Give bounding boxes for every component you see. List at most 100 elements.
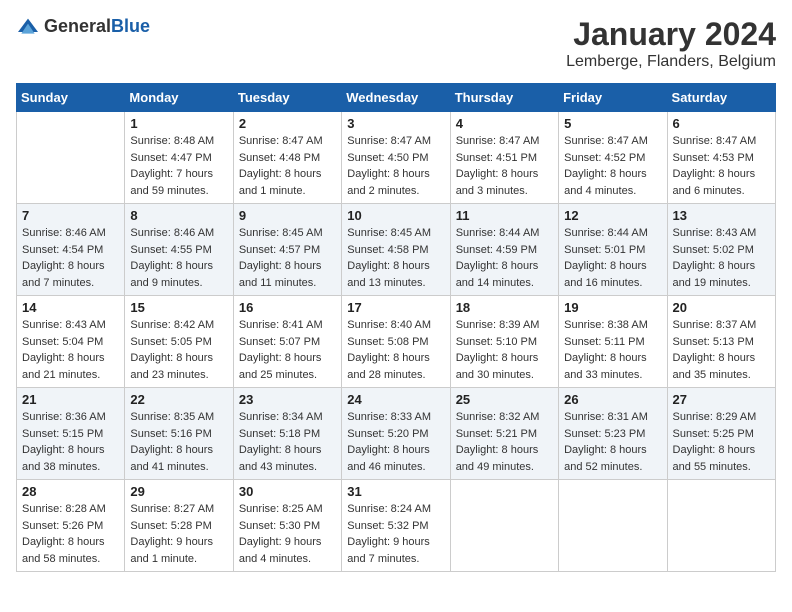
logo-text: GeneralBlue <box>44 16 150 37</box>
calendar-cell: 26 Sunrise: 8:31 AMSunset: 5:23 PMDayligh… <box>559 388 667 480</box>
day-info: Sunrise: 8:34 AMSunset: 5:18 PMDaylight:… <box>239 409 336 475</box>
day-number: 6 <box>673 116 770 131</box>
calendar-cell <box>667 480 775 572</box>
calendar-cell: 19 Sunrise: 8:38 AMSunset: 5:11 PMDayligh… <box>559 296 667 388</box>
day-info: Sunrise: 8:46 AMSunset: 4:55 PMDaylight:… <box>130 225 227 291</box>
calendar-cell: 28 Sunrise: 8:28 AMSunset: 5:26 PMDayligh… <box>17 480 125 572</box>
day-number: 20 <box>673 300 770 315</box>
calendar-cell: 2 Sunrise: 8:47 AMSunset: 4:48 PMDaylight… <box>233 112 341 204</box>
day-info: Sunrise: 8:45 AMSunset: 4:57 PMDaylight:… <box>239 225 336 291</box>
day-number: 11 <box>456 208 553 223</box>
day-number: 10 <box>347 208 444 223</box>
day-number: 8 <box>130 208 227 223</box>
calendar-cell: 5 Sunrise: 8:47 AMSunset: 4:52 PMDaylight… <box>559 112 667 204</box>
day-number: 28 <box>22 484 119 499</box>
calendar-cell: 25Sunrise: 8:32 AMSunset: 5:21 PMDayligh… <box>450 388 558 480</box>
day-number: 1 <box>130 116 227 131</box>
day-info: Sunrise: 8:47 AMSunset: 4:48 PMDaylight:… <box>239 133 336 199</box>
day-number: 7 <box>22 208 119 223</box>
header-sunday: Sunday <box>17 84 125 112</box>
logo-blue: Blue <box>111 16 150 36</box>
week-row-5: 28 Sunrise: 8:28 AMSunset: 5:26 PMDayligh… <box>17 480 776 572</box>
calendar-cell: 27Sunrise: 8:29 AMSunset: 5:25 PMDayligh… <box>667 388 775 480</box>
day-info: Sunrise: 8:38 AMSunset: 5:11 PMDaylight:… <box>564 317 661 383</box>
calendar-cell: 9Sunrise: 8:45 AMSunset: 4:57 PMDaylight… <box>233 204 341 296</box>
logo: GeneralBlue <box>16 16 150 37</box>
day-info: Sunrise: 8:31 AMSunset: 5:23 PMDaylight:… <box>564 409 661 475</box>
day-number: 12 <box>564 208 661 223</box>
header-wednesday: Wednesday <box>342 84 450 112</box>
day-number: 17 <box>347 300 444 315</box>
day-info: Sunrise: 8:43 AMSunset: 5:04 PMDaylight:… <box>22 317 119 383</box>
day-number: 16 <box>239 300 336 315</box>
month-year-title: January 2024 <box>566 16 776 53</box>
day-info: Sunrise: 8:40 AMSunset: 5:08 PMDaylight:… <box>347 317 444 383</box>
location-subtitle: Lemberge, Flanders, Belgium <box>566 53 776 71</box>
calendar-cell: 23 Sunrise: 8:34 AMSunset: 5:18 PMDayligh… <box>233 388 341 480</box>
calendar-cell: 13Sunrise: 8:43 AMSunset: 5:02 PMDayligh… <box>667 204 775 296</box>
day-info: Sunrise: 8:44 AMSunset: 4:59 PMDaylight:… <box>456 225 553 291</box>
day-info: Sunrise: 8:42 AMSunset: 5:05 PMDaylight:… <box>130 317 227 383</box>
calendar-cell: 3Sunrise: 8:47 AMSunset: 4:50 PMDaylight… <box>342 112 450 204</box>
day-number: 14 <box>22 300 119 315</box>
day-number: 25 <box>456 392 553 407</box>
week-row-1: 1 Sunrise: 8:48 AMSunset: 4:47 PMDaylight… <box>17 112 776 204</box>
header-tuesday: Tuesday <box>233 84 341 112</box>
day-number: 13 <box>673 208 770 223</box>
day-info: Sunrise: 8:28 AMSunset: 5:26 PMDaylight:… <box>22 501 119 567</box>
day-number: 31 <box>347 484 444 499</box>
day-number: 29 <box>130 484 227 499</box>
calendar-cell: 16 Sunrise: 8:41 AMSunset: 5:07 PMDayligh… <box>233 296 341 388</box>
calendar-cell: 7 Sunrise: 8:46 AMSunset: 4:54 PMDaylight… <box>17 204 125 296</box>
header-monday: Monday <box>125 84 233 112</box>
calendar-cell: 14 Sunrise: 8:43 AMSunset: 5:04 PMDayligh… <box>17 296 125 388</box>
calendar-cell: 31 Sunrise: 8:24 AMSunset: 5:32 PMDayligh… <box>342 480 450 572</box>
day-number: 21 <box>22 392 119 407</box>
calendar-cell <box>559 480 667 572</box>
calendar-table: SundayMondayTuesdayWednesdayThursdayFrid… <box>16 83 776 572</box>
day-info: Sunrise: 8:48 AMSunset: 4:47 PMDaylight:… <box>130 133 227 199</box>
day-number: 2 <box>239 116 336 131</box>
day-info: Sunrise: 8:47 AMSunset: 4:50 PMDaylight:… <box>347 133 444 199</box>
day-info: Sunrise: 8:36 AMSunset: 5:15 PMDaylight:… <box>22 409 119 475</box>
day-number: 26 <box>564 392 661 407</box>
calendar-header: SundayMondayTuesdayWednesdayThursdayFrid… <box>17 84 776 112</box>
day-info: Sunrise: 8:44 AMSunset: 5:01 PMDaylight:… <box>564 225 661 291</box>
day-number: 18 <box>456 300 553 315</box>
logo-general: General <box>44 16 111 36</box>
header-row: SundayMondayTuesdayWednesdayThursdayFrid… <box>17 84 776 112</box>
page-header: GeneralBlue January 2024 Lemberge, Fland… <box>16 16 776 71</box>
day-info: Sunrise: 8:25 AMSunset: 5:30 PMDaylight:… <box>239 501 336 567</box>
day-info: Sunrise: 8:46 AMSunset: 4:54 PMDaylight:… <box>22 225 119 291</box>
day-info: Sunrise: 8:33 AMSunset: 5:20 PMDaylight:… <box>347 409 444 475</box>
day-info: Sunrise: 8:41 AMSunset: 5:07 PMDaylight:… <box>239 317 336 383</box>
day-info: Sunrise: 8:37 AMSunset: 5:13 PMDaylight:… <box>673 317 770 383</box>
title-block: January 2024 Lemberge, Flanders, Belgium <box>566 16 776 71</box>
day-info: Sunrise: 8:47 AMSunset: 4:52 PMDaylight:… <box>564 133 661 199</box>
day-number: 22 <box>130 392 227 407</box>
calendar-cell: 6 Sunrise: 8:47 AMSunset: 4:53 PMDaylight… <box>667 112 775 204</box>
day-info: Sunrise: 8:47 AMSunset: 4:53 PMDaylight:… <box>673 133 770 199</box>
header-saturday: Saturday <box>667 84 775 112</box>
day-info: Sunrise: 8:39 AMSunset: 5:10 PMDaylight:… <box>456 317 553 383</box>
day-number: 24 <box>347 392 444 407</box>
day-number: 27 <box>673 392 770 407</box>
day-info: Sunrise: 8:47 AMSunset: 4:51 PMDaylight:… <box>456 133 553 199</box>
calendar-cell: 20 Sunrise: 8:37 AMSunset: 5:13 PMDayligh… <box>667 296 775 388</box>
header-thursday: Thursday <box>450 84 558 112</box>
calendar-cell: 8 Sunrise: 8:46 AMSunset: 4:55 PMDaylight… <box>125 204 233 296</box>
day-number: 5 <box>564 116 661 131</box>
calendar-cell: 22Sunrise: 8:35 AMSunset: 5:16 PMDayligh… <box>125 388 233 480</box>
calendar-cell: 10Sunrise: 8:45 AMSunset: 4:58 PMDayligh… <box>342 204 450 296</box>
day-number: 23 <box>239 392 336 407</box>
calendar-cell: 15Sunrise: 8:42 AMSunset: 5:05 PMDayligh… <box>125 296 233 388</box>
day-info: Sunrise: 8:24 AMSunset: 5:32 PMDaylight:… <box>347 501 444 567</box>
calendar-cell: 21 Sunrise: 8:36 AMSunset: 5:15 PMDayligh… <box>17 388 125 480</box>
week-row-2: 7 Sunrise: 8:46 AMSunset: 4:54 PMDaylight… <box>17 204 776 296</box>
day-number: 30 <box>239 484 336 499</box>
day-info: Sunrise: 8:27 AMSunset: 5:28 PMDaylight:… <box>130 501 227 567</box>
calendar-cell: 11 Sunrise: 8:44 AMSunset: 4:59 PMDayligh… <box>450 204 558 296</box>
day-number: 19 <box>564 300 661 315</box>
calendar-cell: 17 Sunrise: 8:40 AMSunset: 5:08 PMDayligh… <box>342 296 450 388</box>
calendar-body: 1 Sunrise: 8:48 AMSunset: 4:47 PMDaylight… <box>17 112 776 572</box>
